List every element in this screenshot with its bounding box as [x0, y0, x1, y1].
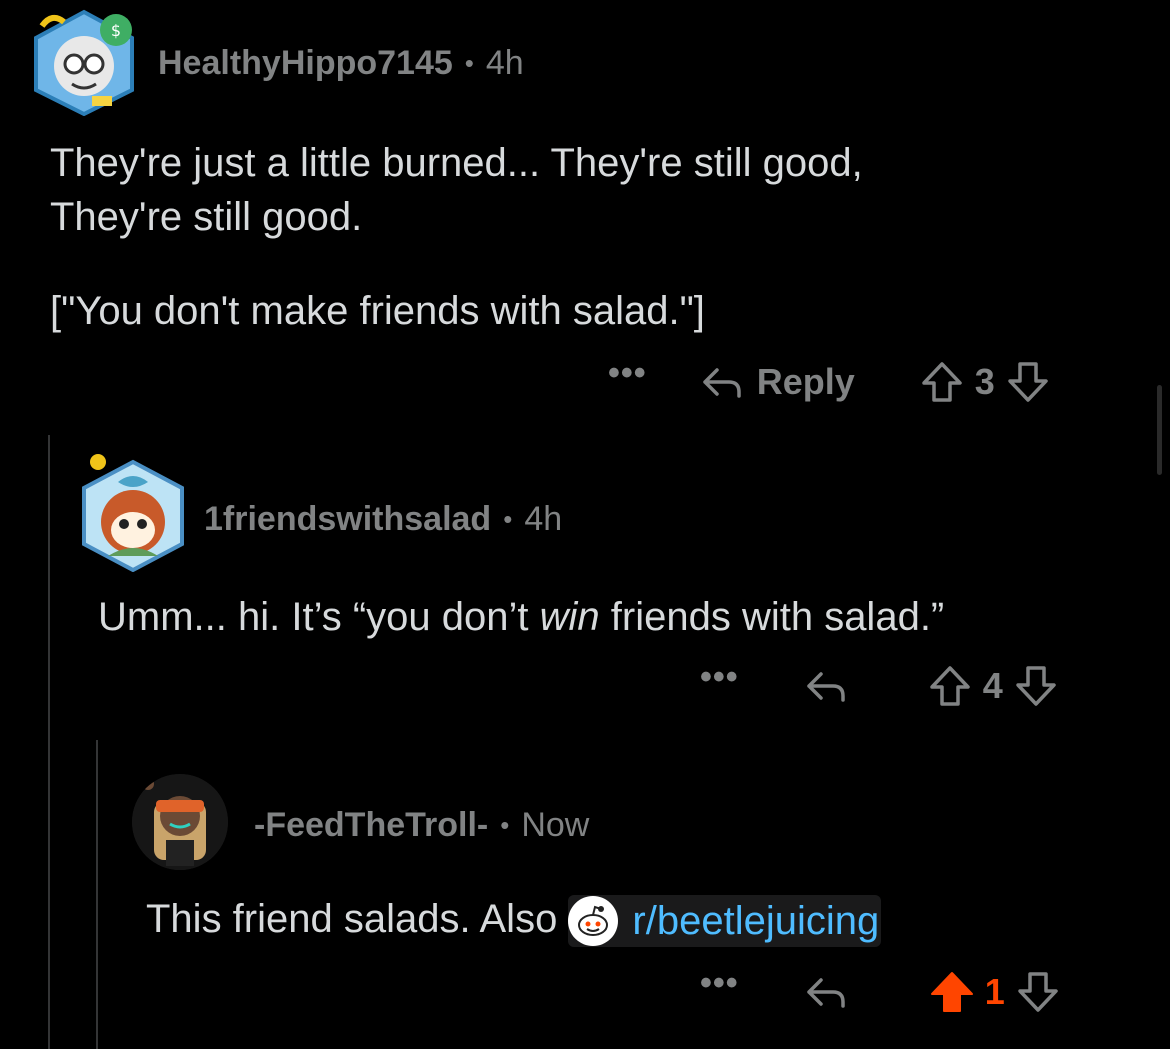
reply-arrow-icon: [702, 368, 741, 398]
comment-meta: HealthyHippo7145 • 4h: [158, 40, 524, 86]
upvote-arrow-icon[interactable]: [927, 663, 973, 709]
reply-arrow-icon: [806, 978, 845, 1008]
comment-meta: -FeedTheTroll- • Now: [254, 802, 589, 848]
vote-controls: 3: [919, 359, 1051, 405]
vote-score: 3: [974, 361, 995, 402]
comment-actions: ••• Reply 3: [608, 356, 1051, 408]
vote-controls: 4: [927, 663, 1059, 709]
reply-label: Reply: [756, 361, 855, 402]
comment-body: They're just a little burned... They're …: [50, 136, 863, 338]
reddit-snoo-icon: [568, 896, 619, 947]
avatar[interactable]: $: [28, 8, 140, 116]
comment-actions: ••• 1: [700, 966, 1061, 1018]
vote-controls: 1: [929, 969, 1061, 1015]
comment-line: ["You don't make friends with salad."]: [50, 289, 705, 333]
subreddit-link[interactable]: r/beetlejuicing: [568, 894, 882, 948]
downvote-arrow-icon[interactable]: [1015, 969, 1061, 1015]
comment-body: Umm... hi. It’s “you don’t win friends w…: [98, 590, 944, 644]
reply-button[interactable]: Reply: [699, 361, 855, 403]
comment-text-emphasis: win: [539, 595, 600, 639]
reply-button[interactable]: [803, 972, 849, 1012]
username[interactable]: 1friendswithsalad: [204, 500, 491, 539]
comment-body: This friend salads. Also r/beetlejuicing: [146, 892, 882, 948]
svg-text:$: $: [111, 21, 121, 40]
separator-dot: •: [500, 809, 510, 840]
timestamp: Now: [521, 805, 590, 844]
timestamp: 4h: [524, 499, 563, 538]
comment-1: $ HealthyHippo7145 • 4h They're just a l…: [0, 0, 1170, 420]
vote-score: 4: [982, 665, 1003, 706]
timestamp: 4h: [485, 43, 524, 82]
comment-line: They're just a little burned... They're …: [50, 141, 863, 185]
more-options-button[interactable]: •••: [608, 356, 647, 390]
downvote-arrow-icon[interactable]: [1013, 663, 1059, 709]
reply-button[interactable]: [803, 666, 849, 706]
username[interactable]: HealthyHippo7145: [158, 44, 453, 83]
more-options-button[interactable]: •••: [700, 660, 739, 694]
more-options-button[interactable]: •••: [700, 966, 739, 1000]
comment-2: 1friendswithsalad • 4h Umm... hi. It’s “…: [0, 440, 1170, 730]
upvote-arrow-icon[interactable]: [919, 359, 965, 405]
downvote-arrow-icon[interactable]: [1005, 359, 1051, 405]
comment-text: friends with salad.”: [599, 595, 945, 639]
comment-actions: ••• 4: [700, 660, 1059, 712]
comment-line: They're still good.: [50, 195, 363, 239]
upvote-arrow-icon[interactable]: [929, 969, 975, 1015]
comment-text: This friend salads. Also: [146, 897, 569, 941]
comment-text: Umm... hi. It’s “you don’t: [98, 595, 540, 639]
subreddit-link-text[interactable]: r/beetlejuicing: [632, 894, 879, 948]
avatar[interactable]: [78, 452, 188, 572]
vote-score: 1: [984, 971, 1005, 1012]
reply-arrow-icon: [806, 672, 845, 702]
separator-dot: •: [503, 503, 513, 534]
avatar[interactable]: [132, 774, 228, 870]
comment-3: -FeedTheTroll- • Now This friend salads.…: [0, 760, 1170, 1049]
comment-meta: 1friendswithsalad • 4h: [204, 496, 562, 542]
separator-dot: •: [464, 47, 474, 78]
comment-thread: $ HealthyHippo7145 • 4h They're just a l…: [0, 0, 1170, 1049]
username[interactable]: -FeedTheTroll-: [254, 806, 488, 845]
